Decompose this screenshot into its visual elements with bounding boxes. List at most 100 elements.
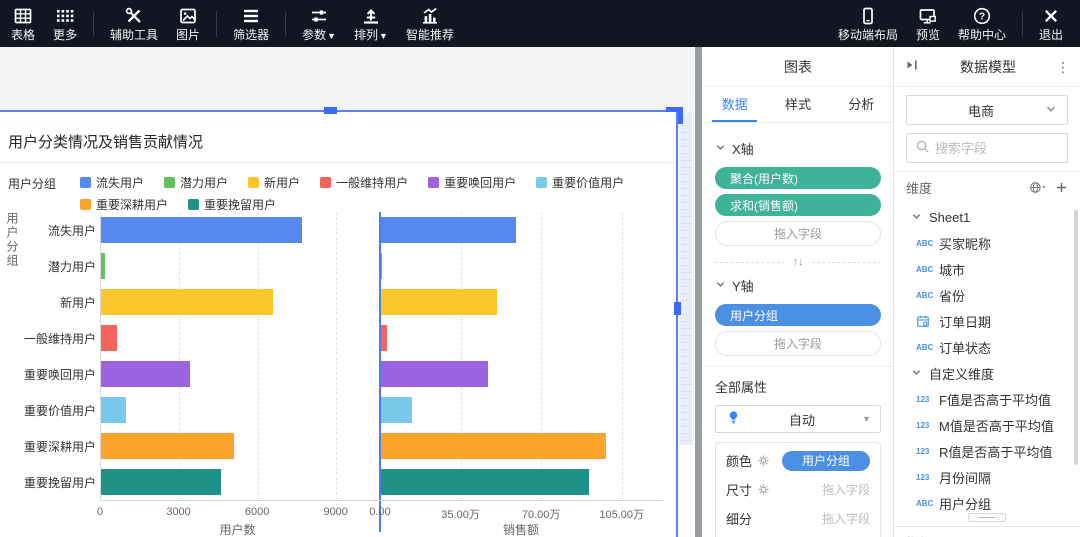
bar-1-5[interactable] (380, 397, 412, 423)
bar-0-3[interactable] (101, 325, 117, 351)
field-pill-sum-sales[interactable]: 求和(销售额) (715, 194, 881, 216)
gear-icon[interactable] (757, 454, 770, 467)
toolbar-button-mobile-layout[interactable]: 移动端布局 (829, 0, 907, 47)
marker-type-dropdown[interactable]: 自动 ▼ (715, 405, 881, 433)
field-pill-aggregate-users[interactable]: 聚合(用户数) (715, 167, 881, 189)
toolbar-button-image[interactable]: 图片 (167, 0, 209, 47)
toolbar-button-smart-recommend[interactable]: 智能推荐 (397, 0, 463, 47)
field-row[interactable]: ABC 买家昵称 (894, 230, 1080, 256)
search-input[interactable] (935, 141, 1059, 156)
toolbar-button-params[interactable]: 参数▼ (293, 0, 345, 47)
toolbar-separator (285, 11, 286, 37)
y-axis-section-header[interactable]: Y轴 (715, 276, 881, 295)
section-divider (894, 526, 1080, 527)
detail-drop-zone[interactable]: 拖入字段 (822, 510, 870, 527)
tick-label: 6000 (245, 506, 269, 518)
bar-0-2[interactable] (101, 289, 273, 315)
collapse-panel-icon[interactable] (904, 57, 920, 76)
bar-1-6[interactable] (380, 433, 606, 459)
field-group-row[interactable]: Sheet1 (894, 204, 1080, 230)
color-field-pill[interactable]: 用户分组 (782, 451, 870, 471)
legend-item[interactable]: 流失用户 (80, 174, 144, 191)
kebab-menu-icon[interactable]: ⋮ (1056, 60, 1070, 74)
legend-item[interactable]: 潜力用户 (164, 174, 228, 191)
swap-axes-icon[interactable]: ↑↓ (793, 256, 804, 268)
field-row[interactable]: ABC 订单状态 (894, 334, 1080, 360)
dashboard-canvas[interactable]: 用户分类情况及销售贡献情况 用户分组 流失用户 潜力用户 新用户 一般维持用户 … (0, 47, 694, 537)
field-pill-user-group[interactable]: 用户分组 (715, 304, 881, 326)
resize-handle-top[interactable] (324, 107, 337, 114)
section-collapse-handle[interactable] (968, 513, 1006, 522)
tab-analysis[interactable]: 分析 (830, 87, 893, 122)
y-axis-drop-zone[interactable]: 拖入字段 (715, 331, 881, 356)
resize-handle-right[interactable] (674, 302, 681, 315)
text-field-icon: ABC (916, 499, 939, 508)
tick-label: 35.00万 (441, 506, 480, 522)
bar-0-4[interactable] (101, 361, 190, 387)
align-top-icon (361, 6, 381, 26)
toolbar-group: 参数▼ 排列▼ 智能推荐 (293, 0, 463, 47)
bar-1-2[interactable] (380, 289, 497, 315)
legend-items: 流失用户 潜力用户 新用户 一般维持用户 重要唤回用户 重要价值用户 重要深耕用… (80, 174, 662, 213)
category-label: 重要挽留用户 (0, 464, 96, 500)
x-axis-section-header[interactable]: X轴 (715, 139, 881, 158)
bar-0-5[interactable] (101, 397, 126, 423)
bar-1-0[interactable] (380, 217, 516, 243)
scrollbar-thumb[interactable] (695, 47, 702, 537)
toolbar-button-exit[interactable]: 退出 (1030, 0, 1072, 47)
legend-item[interactable]: 重要唤回用户 (428, 174, 516, 191)
toolbar-button-arrange[interactable]: 排列▼ (345, 0, 397, 47)
dataset-dropdown[interactable]: 电商 (906, 95, 1068, 125)
field-row[interactable]: ABC 城市 (894, 256, 1080, 282)
plot-users[interactable] (100, 212, 375, 500)
bar-0-6[interactable] (101, 433, 234, 459)
plot-sales[interactable] (380, 212, 662, 500)
bar-1-3[interactable] (380, 325, 387, 351)
chevron-down-icon (911, 210, 922, 225)
toolbar-button-help-center[interactable]: ? 帮助中心 (949, 0, 1015, 47)
field-row[interactable]: 123 R值是否高于平均值 (894, 438, 1080, 464)
gear-icon[interactable] (757, 483, 770, 496)
legend-item[interactable]: 重要价值用户 (536, 174, 624, 191)
field-row[interactable]: ABC 省份 (894, 282, 1080, 308)
bar-0-7[interactable] (101, 469, 221, 495)
svg-text:?: ? (979, 11, 985, 22)
bar-0-1[interactable] (101, 253, 105, 279)
legend-item[interactable]: 重要深耕用户 (80, 196, 168, 213)
add-field-icon[interactable] (1055, 181, 1068, 194)
tab-style[interactable]: 样式 (766, 87, 829, 122)
toolbar-group: 移动端布局 预览 ? 帮助中心 (829, 0, 1015, 47)
toolbar-button-filter[interactable]: 筛选器 (224, 0, 278, 47)
field-row[interactable]: 123 F值是否高于平均值 (894, 386, 1080, 412)
resize-handle-corner[interactable] (678, 107, 683, 124)
tab-data[interactable]: 数据 (703, 87, 766, 122)
legend-item[interactable]: 一般维持用户 (320, 174, 408, 191)
panel-scrollbar-thumb[interactable] (1074, 210, 1078, 465)
toolbar-group: 退出 (1030, 0, 1072, 47)
field-row[interactable]: 123 M值是否高于平均值 (894, 412, 1080, 438)
field-row[interactable]: 123 月份间隔 (894, 464, 1080, 490)
toolbar-button-aux-tools[interactable]: 辅助工具 (101, 0, 167, 47)
x-axis-drop-zone[interactable]: 拖入字段 (715, 221, 881, 246)
size-drop-zone[interactable]: 拖入字段 (822, 481, 870, 498)
category-label: 新用户 (0, 284, 96, 320)
globe-dropdown-icon[interactable] (1029, 180, 1046, 195)
prop-row-color: 颜色 用户分组 (726, 446, 870, 475)
legend-item[interactable]: 重要挽留用户 (188, 196, 276, 213)
bar-1-7[interactable] (380, 469, 589, 495)
chart-widget[interactable]: 用户分类情况及销售贡献情况 用户分组 流失用户 潜力用户 新用户 一般维持用户 … (0, 110, 678, 537)
x-axis-line (100, 500, 663, 501)
toolbar-button-more[interactable]: 更多 (44, 0, 86, 47)
field-row[interactable]: 订单日期 (894, 308, 1080, 334)
filter-list-icon (241, 6, 261, 26)
legend-swatch (188, 199, 199, 210)
field-group-row[interactable]: 自定义维度 (894, 360, 1080, 386)
toolbar-group: 筛选器 (224, 0, 278, 47)
prop-row-label: 标签 拖入字段 (726, 533, 870, 537)
bar-0-0[interactable] (101, 217, 302, 243)
field-search (906, 133, 1068, 163)
legend-item[interactable]: 新用户 (248, 174, 300, 191)
bar-1-4[interactable] (380, 361, 488, 387)
toolbar-button-table[interactable]: 表格 (2, 0, 44, 47)
toolbar-button-preview[interactable]: 预览 (907, 0, 949, 47)
